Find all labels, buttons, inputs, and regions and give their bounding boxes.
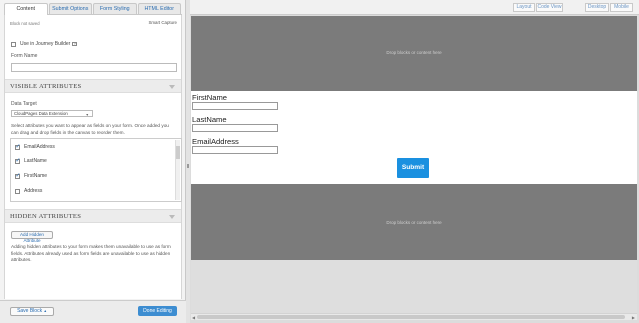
lastname-field-label: LastName [192,115,227,124]
mobile-button[interactable]: Mobile [610,3,633,12]
attribute-label: Address [24,188,43,194]
attribute-label: FirstName [24,173,48,179]
panel-footer: Save Block ▲ Done Editing [0,300,186,323]
block-status-text: Block not saved [10,21,40,26]
layout-button[interactable]: Layout [513,3,535,12]
emailaddress-checkbox[interactable] [15,143,21,150]
tab-html-editor[interactable]: HTML Editor [137,3,181,14]
submit-button[interactable]: Submit [397,158,429,178]
canvas-empty-area [191,260,637,313]
scrollbar-thumb[interactable] [176,146,180,159]
caret-up-icon: ▲ [43,309,47,313]
address-checkbox[interactable] [15,188,20,194]
code-view-button[interactable]: Code View [536,3,563,12]
block-editor-panel: Content Submit Options Form Styling HTML… [0,0,186,323]
scrollbar-thumb[interactable] [197,315,625,319]
canvas-toolbar: Layout Code View Desktop Mobile [190,0,639,15]
attribute-item-firstname[interactable]: FirstName [15,172,48,179]
journey-builder-label: Use in Journey Builder [20,41,71,47]
emailaddress-field-label: EmailAddress [192,137,239,146]
tab-content[interactable]: Content [4,3,48,15]
desktop-button[interactable]: Desktop [585,3,609,12]
smart-capture-form: FirstName LastName EmailAddress Submit [191,91,637,184]
hidden-attributes-header[interactable]: HIDDEN ATTRIBUTES [5,209,181,223]
emailaddress-field-input[interactable] [192,146,278,154]
data-target-label: Data Target [11,101,37,107]
attribute-item-lastname[interactable]: LastName [15,157,47,164]
lastname-checkbox[interactable] [15,157,21,164]
scroll-right-icon[interactable]: ▶ [632,315,635,320]
drop-zone-hint: Drop blocks or content here [386,50,442,55]
attribute-label: LastName [24,158,47,164]
firstname-field-label: FirstName [192,93,228,102]
tab-form-styling[interactable]: Form Styling [93,3,137,14]
drop-zone-hint: Drop blocks or content here [386,220,442,225]
lastname-field-input[interactable] [192,124,278,132]
attribute-label: EmailAddress [24,144,55,150]
attribute-item-emailaddress[interactable]: EmailAddress [15,143,55,150]
app-window: Content Submit Options Form Styling HTML… [0,0,639,323]
visible-attributes-description: Select attributes you want to appear as … [11,123,169,135]
grip-icon[interactable] [187,164,189,168]
data-target-select[interactable]: CloudPages Data Extension ▼ [11,110,93,117]
canvas-horizontal-scrollbar[interactable]: ◀ ▶ [191,313,637,320]
firstname-field-input[interactable] [192,102,278,110]
visible-attributes-title: VISIBLE ATTRIBUTES [10,83,82,90]
editor-tabs: Content Submit Options Form Styling HTML… [4,3,182,15]
chevron-down-icon: ▼ [85,113,89,117]
attribute-item-address[interactable]: Address [15,188,42,194]
firstname-checkbox[interactable] [15,172,21,179]
done-editing-button[interactable]: Done Editing [138,306,177,316]
drop-zone-bottom[interactable]: Drop blocks or content here [191,184,637,260]
add-hidden-attribute-button[interactable]: Add Hidden Attribute [11,231,53,243]
smart-capture-label: Smart Capture [148,20,177,25]
tab-submit-options[interactable]: Submit Options [48,3,92,14]
attribute-list-scrollbar[interactable] [175,140,180,200]
visible-attributes-header[interactable]: VISIBLE ATTRIBUTES [5,79,181,93]
attribute-list: EmailAddress LastName FirstName Address [10,138,182,202]
data-target-value: CloudPages Data Extension [14,111,68,116]
form-name-input[interactable] [11,63,177,72]
hidden-attributes-description: Adding hidden attributes to your form ma… [11,244,171,262]
drop-zone-top[interactable]: Drop blocks or content here [191,16,637,91]
save-block-button[interactable]: Save Block ▲ [10,307,54,316]
journey-builder-option[interactable]: Use in Journey Builder ? [11,41,78,47]
panel-resize-handle[interactable] [186,0,190,323]
content-tab-body: Block not saved Smart Capture Use in Jou… [4,15,182,299]
journey-builder-checkbox[interactable] [11,41,16,47]
collapse-triangle-icon[interactable] [169,85,175,89]
scroll-left-icon[interactable]: ◀ [192,315,195,320]
save-block-label: Save Block [17,308,43,314]
form-name-label: Form Name [11,53,38,59]
collapse-triangle-icon[interactable] [169,215,175,219]
hidden-attributes-title: HIDDEN ATTRIBUTES [10,213,82,220]
help-icon[interactable]: ? [72,42,78,46]
